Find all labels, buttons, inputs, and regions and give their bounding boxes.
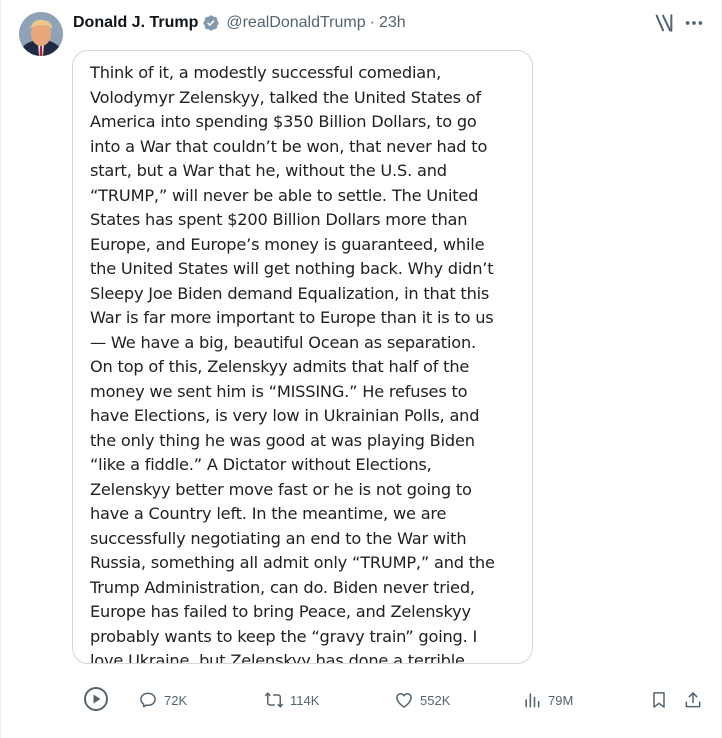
reply-icon: [140, 692, 156, 708]
repost-button[interactable]: 114K: [264, 684, 319, 716]
views-button[interactable]: 79M: [522, 684, 573, 716]
bookmark-icon: [653, 692, 665, 708]
action-bar: 72K 114K 552K 79M: [1, 684, 722, 716]
separator-dot: ·: [369, 14, 375, 31]
like-button[interactable]: 552K: [394, 684, 450, 716]
verified-badge-icon: [202, 14, 220, 32]
play-icon[interactable]: [83, 686, 109, 712]
more-icon[interactable]: [683, 12, 705, 34]
share-button[interactable]: [683, 684, 703, 716]
heart-icon: [396, 693, 412, 708]
share-icon: [685, 692, 701, 708]
display-name[interactable]: Donald J. Trump: [73, 14, 198, 32]
avatar-image: [19, 12, 63, 56]
repost-icon: [264, 692, 284, 708]
like-count: 552K: [420, 692, 451, 708]
reply-count: 72K: [164, 692, 188, 708]
reply-button[interactable]: 72K: [138, 684, 187, 716]
post-card: Donald J. Trump @realDonaldTrump · 23h T…: [0, 0, 722, 738]
repost-count: 114K: [290, 692, 320, 708]
post-time[interactable]: 23h: [379, 14, 406, 32]
grok-icon[interactable]: [653, 12, 675, 34]
views-count: 79M: [548, 692, 574, 708]
post-media[interactable]: Think of it, a modestly successful comed…: [72, 50, 533, 664]
post-text-image: Think of it, a modestly successful comed…: [90, 63, 495, 664]
user-handle[interactable]: @realDonaldTrump: [226, 14, 365, 32]
views-icon: [525, 693, 540, 708]
post-header: Donald J. Trump @realDonaldTrump · 23h: [73, 12, 406, 34]
avatar[interactable]: [19, 12, 63, 56]
bookmark-button[interactable]: [649, 684, 669, 716]
